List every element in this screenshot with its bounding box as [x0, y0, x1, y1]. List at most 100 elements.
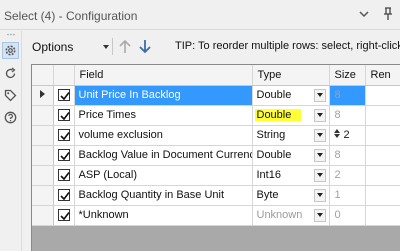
chevron-down-icon: [316, 213, 323, 217]
field-checkbox[interactable]: [57, 189, 70, 202]
refresh-tab[interactable]: [2, 65, 19, 82]
field-name-cell[interactable]: *Unknown: [74, 205, 253, 226]
arrow-up-icon[interactable]: [117, 38, 133, 55]
type-value: Unknown: [256, 209, 303, 221]
type-value: Byte: [256, 189, 279, 201]
row-indicator[interactable]: [32, 85, 54, 106]
type-dropdown-button[interactable]: [313, 168, 326, 182]
field-name-cell[interactable]: ASP (Local): [74, 165, 253, 186]
field-checkbox[interactable]: [57, 209, 70, 222]
rename-cell[interactable]: [365, 205, 400, 226]
size-value: 0: [334, 209, 341, 221]
type-dropdown-button[interactable]: [313, 88, 326, 102]
field-checkbox[interactable]: [57, 169, 70, 182]
table-row[interactable]: Backlog Value in Document Currency Double…: [32, 145, 400, 166]
field-checkbox[interactable]: [57, 109, 70, 122]
chevron-down-icon: [316, 153, 323, 157]
gear-icon: [5, 45, 16, 56]
size-value: 1: [334, 189, 341, 201]
size-cell: 2: [329, 165, 366, 186]
checkmark-icon: [59, 172, 70, 181]
checkmark-icon: [59, 112, 70, 121]
type-dropdown-button[interactable]: [313, 188, 326, 202]
rename-cell[interactable]: [365, 125, 400, 146]
options-toolbar: Options TIP: To reorder multiple rows: s…: [23, 31, 400, 61]
type-select[interactable]: Int16: [252, 165, 330, 186]
tool-rail: [0, 31, 22, 251]
size-value: 8: [334, 89, 341, 101]
chevron-down-icon: [316, 193, 323, 197]
table-row[interactable]: Backlog Quantity in Base Unit Byte 1: [32, 185, 400, 206]
type-dropdown-button[interactable]: [313, 128, 326, 142]
size-cell: 1: [329, 185, 366, 206]
type-value: Double: [256, 149, 292, 161]
row-select-cell: [53, 125, 75, 146]
current-row-arrow-icon: [39, 90, 45, 98]
options-menu-button[interactable]: Options: [32, 40, 73, 54]
size-value: 2: [343, 129, 350, 141]
type-dropdown-button[interactable]: [313, 208, 326, 222]
reorder-tip: TIP: To reorder multiple rows: select, r…: [175, 40, 400, 52]
rename-cell[interactable]: [365, 145, 400, 166]
field-name-cell[interactable]: Unit Price In Backlog: [74, 85, 253, 106]
toolbar-divider: [112, 38, 113, 55]
type-select[interactable]: Byte: [252, 185, 330, 206]
row-indicator[interactable]: [32, 185, 54, 206]
type-dropdown-button[interactable]: [313, 148, 326, 162]
type-select[interactable]: Double: [252, 85, 330, 106]
type-select[interactable]: String: [252, 125, 330, 146]
size-cell[interactable]: 2: [329, 125, 366, 146]
column-header-size[interactable]: Size: [329, 65, 366, 86]
column-header-field[interactable]: Field: [74, 65, 253, 86]
grip-dots-icon: [7, 33, 15, 36]
type-dropdown-button[interactable]: [313, 108, 326, 122]
table-row[interactable]: volume exclusion String 2: [32, 125, 400, 146]
table-row[interactable]: ASP (Local) Int16 2: [32, 165, 400, 186]
row-indicator[interactable]: [32, 105, 54, 126]
size-stepper-icon[interactable]: [333, 129, 340, 141]
field-checkbox[interactable]: [57, 149, 70, 162]
table-row[interactable]: *Unknown Unknown 0: [32, 205, 400, 226]
table-row[interactable]: Unit Price In Backlog Double 8: [32, 85, 400, 106]
field-name-cell[interactable]: Backlog Quantity in Base Unit: [74, 185, 253, 206]
field-name-cell[interactable]: Price Times: [74, 105, 253, 126]
row-indicator[interactable]: [32, 145, 54, 166]
field-checkbox[interactable]: [57, 129, 70, 142]
checkmark-icon: [59, 92, 70, 101]
row-indicator[interactable]: [32, 165, 54, 186]
arrow-down-icon[interactable]: [137, 38, 153, 55]
chevron-down-icon[interactable]: [357, 7, 371, 21]
column-header-rename[interactable]: Ren: [365, 65, 400, 86]
rename-cell[interactable]: [365, 105, 400, 126]
table-row[interactable]: Price Times Double 8: [32, 105, 400, 126]
options-caret-icon[interactable]: [103, 45, 109, 49]
configuration-tab[interactable]: [2, 42, 19, 59]
chevron-down-icon: [316, 93, 323, 97]
checkmark-icon: [59, 192, 70, 201]
column-header-type[interactable]: Type: [252, 65, 330, 86]
checkmark-icon: [59, 152, 70, 161]
pin-icon[interactable]: [381, 7, 395, 21]
checkmark-icon: [59, 212, 70, 221]
help-tab[interactable]: [2, 109, 19, 126]
field-name-cell[interactable]: volume exclusion: [74, 125, 253, 146]
row-indicator[interactable]: [32, 125, 54, 146]
rename-cell[interactable]: [365, 85, 400, 106]
type-select[interactable]: Double: [252, 105, 330, 126]
type-select[interactable]: Unknown: [252, 205, 330, 226]
field-grid: Field Type Size Ren Unit Price In Backlo…: [31, 64, 400, 251]
refresh-icon: [5, 67, 16, 79]
rename-cell[interactable]: [365, 185, 400, 206]
field-name-cell[interactable]: Backlog Value in Document Currency: [74, 145, 253, 166]
row-indicator[interactable]: [32, 205, 54, 226]
rename-cell[interactable]: [365, 165, 400, 186]
chevron-down-icon: [316, 133, 323, 137]
field-checkbox[interactable]: [57, 89, 70, 102]
size-value: 8: [334, 109, 341, 121]
annotation-tab[interactable]: [2, 87, 19, 104]
type-value: Int16: [256, 169, 281, 181]
size-cell: 0: [329, 205, 366, 226]
type-select[interactable]: Double: [252, 145, 330, 166]
row-select-cell: [53, 165, 75, 186]
header-row: Field Type Size Ren: [32, 65, 400, 86]
